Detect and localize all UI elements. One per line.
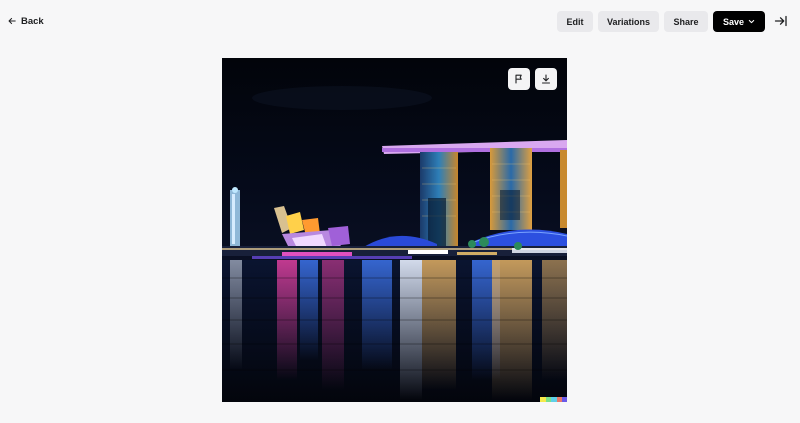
top-bar: Back Edit Variations Share Save [0,0,800,42]
edit-label: Edit [566,16,584,27]
variations-label: Variations [606,16,651,27]
color-signature [540,397,567,402]
collapse-panel-icon[interactable] [774,14,788,28]
back-button[interactable]: Back [8,13,44,29]
report-button[interactable] [508,68,530,90]
share-button[interactable]: Share [664,11,708,32]
share-label: Share [673,16,699,27]
save-button[interactable]: Save [713,11,765,32]
generated-image[interactable] [222,58,567,402]
edit-button[interactable]: Edit [557,11,593,32]
back-label: Back [21,15,44,27]
flag-icon [515,74,522,84]
arrow-left-icon [8,17,16,25]
download-icon [541,74,551,84]
image-content [222,58,567,402]
chevron-down-icon [748,19,755,24]
variations-button[interactable]: Variations [598,11,659,32]
download-button[interactable] [535,68,557,90]
signature-swatch-5 [562,397,567,402]
save-label: Save [722,16,745,27]
